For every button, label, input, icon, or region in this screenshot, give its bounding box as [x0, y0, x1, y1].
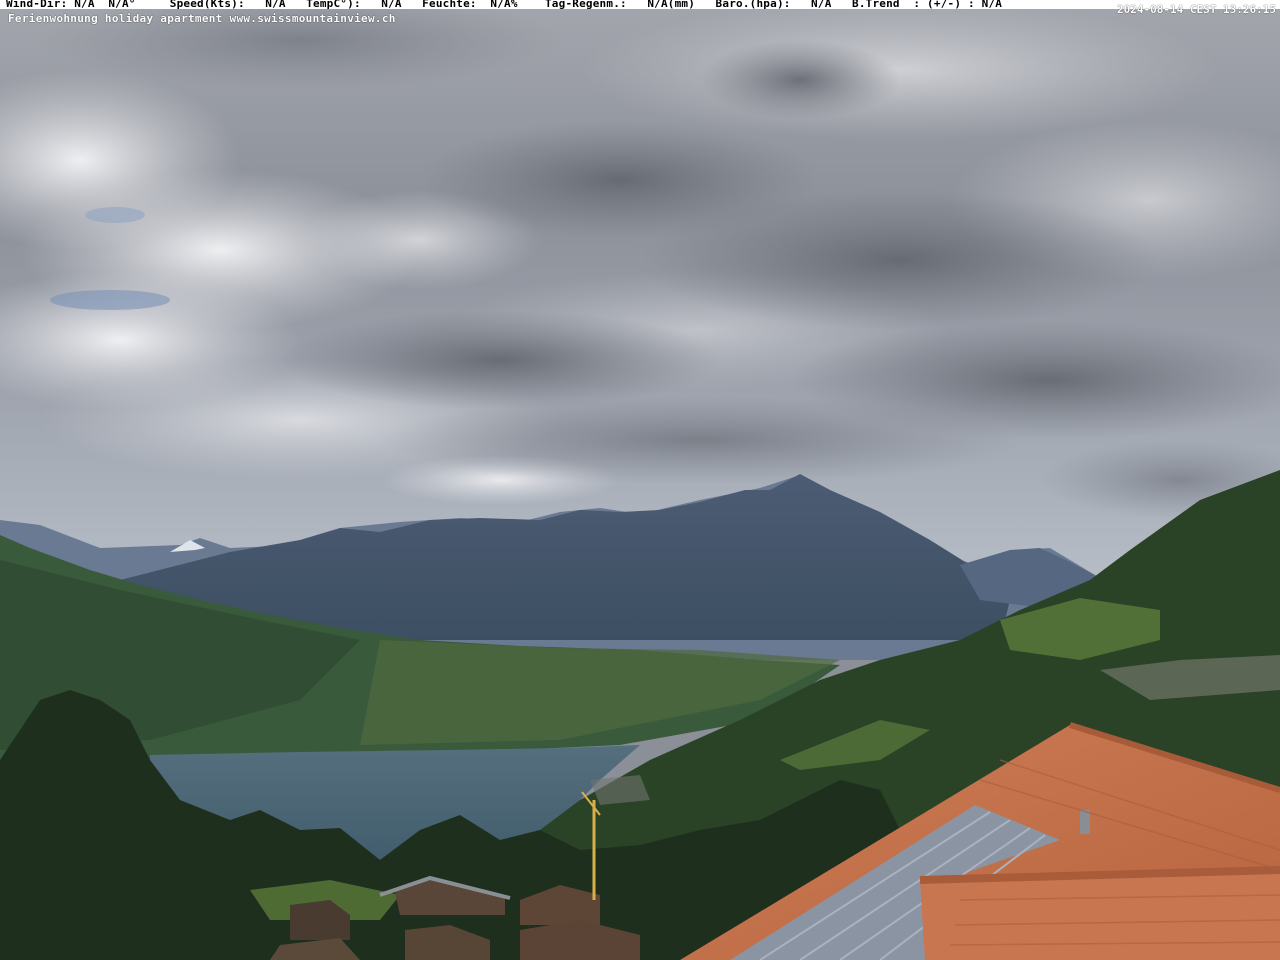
roof-vent: [1080, 810, 1090, 834]
weather-data-bar: Wind-Dir: N/A N/A° Speed(Kts): N/A TempC…: [0, 0, 1280, 10]
webcam-landscape-photo: [0, 0, 1280, 960]
webcam-caption: Ferienwohnung holiday apartment www.swis…: [8, 12, 396, 25]
weather-readout: Wind-Dir: N/A N/A° Speed(Kts): N/A TempC…: [6, 0, 1003, 10]
cliff-rock: [590, 775, 650, 805]
lower-roof: [920, 870, 1280, 960]
timestamp: 2024-08-14 CEST 13:26:15: [1117, 3, 1276, 16]
